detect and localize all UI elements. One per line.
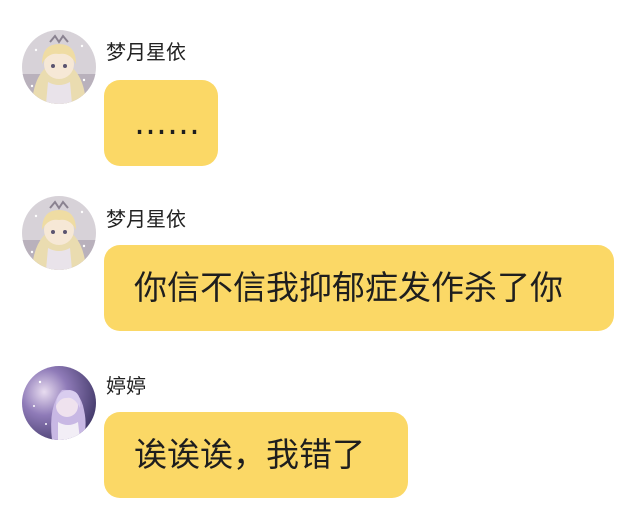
message-bubble[interactable]: …… [104, 80, 218, 166]
avatar[interactable] [22, 196, 96, 270]
message-bubble[interactable]: 诶诶诶，我错了 [104, 412, 408, 498]
avatar[interactable] [22, 366, 96, 440]
sender-name: 梦月星依 [106, 40, 186, 64]
anime-girl-blonde-avatar-icon [22, 30, 96, 104]
message-row: 梦月星依 …… [0, 0, 640, 180]
sender-name: 梦月星依 [106, 207, 186, 231]
anime-girl-purple-avatar-icon [22, 366, 96, 440]
avatar[interactable] [22, 30, 96, 104]
sender-name: 婷婷 [106, 374, 146, 398]
anime-girl-blonde-avatar-icon [22, 196, 96, 270]
message-row: 婷婷 诶诶诶，我错了 [0, 350, 640, 513]
message-bubble[interactable]: 你信不信我抑郁症发作杀了你 [104, 245, 614, 331]
message-row: 梦月星依 你信不信我抑郁症发作杀了你 [0, 180, 640, 350]
